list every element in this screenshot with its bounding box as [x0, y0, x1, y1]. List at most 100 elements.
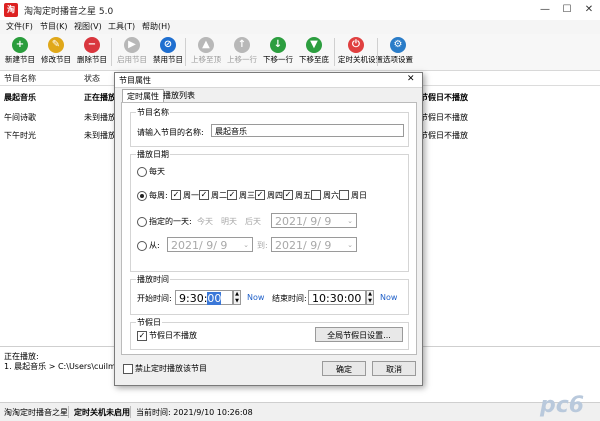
- toolbar-button-label: 下移至底: [299, 55, 329, 64]
- toolbar-button-edit-program[interactable]: ✎ 修改节目: [38, 36, 74, 68]
- weekday-label: 周三: [239, 191, 255, 200]
- radio-daily[interactable]: [137, 167, 147, 177]
- move-bottom-icon: ▼: [306, 37, 322, 53]
- checkbox-weekday[interactable]: ✓: [171, 190, 181, 200]
- status-app-name: 淘淘定时播音之星: [4, 408, 68, 417]
- row-name: 午间诗歌: [4, 113, 36, 122]
- disable-schedule-label: 禁止定时播放该节目: [135, 364, 207, 373]
- column-header-status[interactable]: 状态: [84, 73, 100, 84]
- time-group-title: 播放时间: [136, 274, 170, 285]
- toolbar-divider: [377, 38, 378, 66]
- close-button[interactable]: ✕: [580, 3, 598, 17]
- toolbar-button-power[interactable]: ⏻ 定时关机设置: [338, 36, 383, 68]
- row-status: 正在播放: [84, 93, 116, 102]
- holiday-label: 节假日不播放: [149, 331, 197, 340]
- move-down-icon: ↓: [270, 37, 286, 53]
- tab-playlist[interactable]: 播放列表: [159, 89, 199, 102]
- time-group: 播放时间 开始时间: 9:30:00 ▲ ▼ Now 结束时间: 10:30:00…: [130, 274, 409, 315]
- toolbar-button-move-bottom[interactable]: ▼ 下移至底: [296, 36, 332, 68]
- status-divider: [130, 406, 131, 418]
- app-logo-icon: 淘: [4, 3, 18, 17]
- toolbar-button-label: 新建节目: [5, 55, 35, 64]
- date-group-title: 播放日期: [136, 149, 170, 160]
- checkbox-weekday[interactable]: [339, 190, 349, 200]
- menu-program[interactable]: 节目(K): [40, 21, 68, 32]
- from-label: 从:: [149, 241, 160, 250]
- program-name-input[interactable]: 晨起音乐: [211, 124, 404, 137]
- end-now-link[interactable]: Now: [380, 293, 397, 302]
- start-now-link[interactable]: Now: [247, 293, 264, 302]
- ok-button[interactable]: 确定: [322, 361, 366, 376]
- tab-schedule[interactable]: 定时属性: [122, 89, 164, 103]
- dialog-close-icon[interactable]: ✕: [407, 74, 415, 84]
- menu-help[interactable]: 帮助(H): [142, 21, 170, 32]
- toolbar-button-move-down[interactable]: ↓ 下移一行: [260, 36, 296, 68]
- weekday-label: 周二: [211, 191, 227, 200]
- row-holiday: 节假日不播放: [420, 131, 468, 140]
- dialog-title: 节目属性: [119, 76, 151, 85]
- weekday-label: 周一: [183, 191, 199, 200]
- toolbar-button-delete-program[interactable]: − 删除节目: [74, 36, 110, 68]
- toolbar-button-settings[interactable]: ⚙ 选项设置: [380, 36, 416, 68]
- toolbar-button-label: 下移一行: [263, 55, 293, 64]
- holiday-checkbox[interactable]: ✓: [137, 331, 147, 341]
- cancel-button[interactable]: 取消: [372, 361, 416, 376]
- checkbox-weekday[interactable]: ✓: [255, 190, 265, 200]
- weekday-label: 周日: [351, 191, 367, 200]
- specific-day-label: 指定的一天:: [149, 217, 192, 226]
- toolbar-divider: [185, 38, 186, 66]
- toolbar-button-new-program[interactable]: + 新建节目: [2, 36, 38, 68]
- checkbox-weekday[interactable]: ✓: [283, 190, 293, 200]
- to-date-picker[interactable]: 2021/ 9/ 9 ⌄: [271, 237, 357, 252]
- holiday-group-title: 节假日: [136, 317, 162, 328]
- tomorrow-link[interactable]: 明天: [221, 216, 237, 227]
- power-icon: ⏻: [348, 37, 364, 53]
- disable-program-icon: ⊘: [160, 37, 176, 53]
- toolbar-button-label: 上移一行: [227, 55, 257, 64]
- chevron-down-icon: ⌄: [243, 241, 249, 249]
- disable-schedule-checkbox[interactable]: [123, 364, 133, 374]
- window-titlebar: 淘 淘淘定时播音之星 5.0 — ☐ ✕: [0, 0, 600, 21]
- window-title: 淘淘定时播音之星 5.0: [24, 7, 114, 17]
- start-time-input[interactable]: 9:30:00: [175, 290, 233, 305]
- radio-weekly[interactable]: [137, 191, 147, 201]
- menu-tools[interactable]: 工具(T): [108, 21, 135, 32]
- toolbar-button-label: 修改节目: [41, 55, 71, 64]
- checkbox-weekday[interactable]: ✓: [227, 190, 237, 200]
- weekly-label: 每周:: [149, 191, 168, 200]
- name-group-title: 节目名称: [136, 107, 170, 118]
- program-properties-dialog: 节目属性 ✕ 定时属性 播放列表 节目名称 请输入节目的名称: 晨起音乐 播放日…: [114, 72, 423, 386]
- column-header-name[interactable]: 节目名称: [4, 73, 36, 84]
- row-holiday: 节假日不播放: [420, 93, 468, 102]
- end-time-input[interactable]: 10:30:00: [308, 290, 366, 305]
- start-time-spinner[interactable]: ▲ ▼: [233, 290, 241, 305]
- specific-date-picker[interactable]: 2021/ 9/ 9 ⌄: [271, 213, 357, 228]
- global-holiday-button[interactable]: 全局节假日设置...: [315, 327, 403, 342]
- row-name: 下午时光: [4, 131, 36, 140]
- daily-label: 每天: [149, 167, 165, 176]
- row-name: 晨起音乐: [4, 93, 36, 102]
- maximize-button[interactable]: ☐: [558, 3, 576, 17]
- chevron-down-icon: ⌄: [347, 217, 353, 225]
- menu-view[interactable]: 视图(V): [74, 21, 102, 32]
- to-date-value: 2021/ 9/ 9: [275, 239, 332, 252]
- today-link[interactable]: 今天: [197, 216, 213, 227]
- day-after-link[interactable]: 后天: [245, 216, 261, 227]
- checkbox-weekday[interactable]: ✓: [199, 190, 209, 200]
- minimize-button[interactable]: —: [536, 3, 554, 17]
- end-time-spinner[interactable]: ▲ ▼: [366, 290, 374, 305]
- edit-program-icon: ✎: [48, 37, 64, 53]
- radio-date-range[interactable]: [137, 241, 147, 251]
- radio-specific-day[interactable]: [137, 217, 147, 227]
- menu-file[interactable]: 文件(F): [6, 21, 33, 32]
- status-time: 当前时间: 2021/9/10 10:26:08: [136, 408, 253, 417]
- status-shutdown: 定时关机未启用: [74, 408, 130, 417]
- from-date-value: 2021/ 9/ 9: [171, 239, 228, 252]
- checkbox-weekday[interactable]: [311, 190, 321, 200]
- toolbar-button-label: 选项设置: [383, 55, 413, 64]
- start-time-label: 开始时间:: [137, 294, 172, 303]
- toolbar-button-label: 启用节目: [117, 55, 147, 64]
- enable-program-icon: ▶: [124, 37, 140, 53]
- from-date-picker[interactable]: 2021/ 9/ 9 ⌄: [167, 237, 253, 252]
- toolbar-button-disable-program[interactable]: ⊘ 禁用节目: [150, 36, 186, 68]
